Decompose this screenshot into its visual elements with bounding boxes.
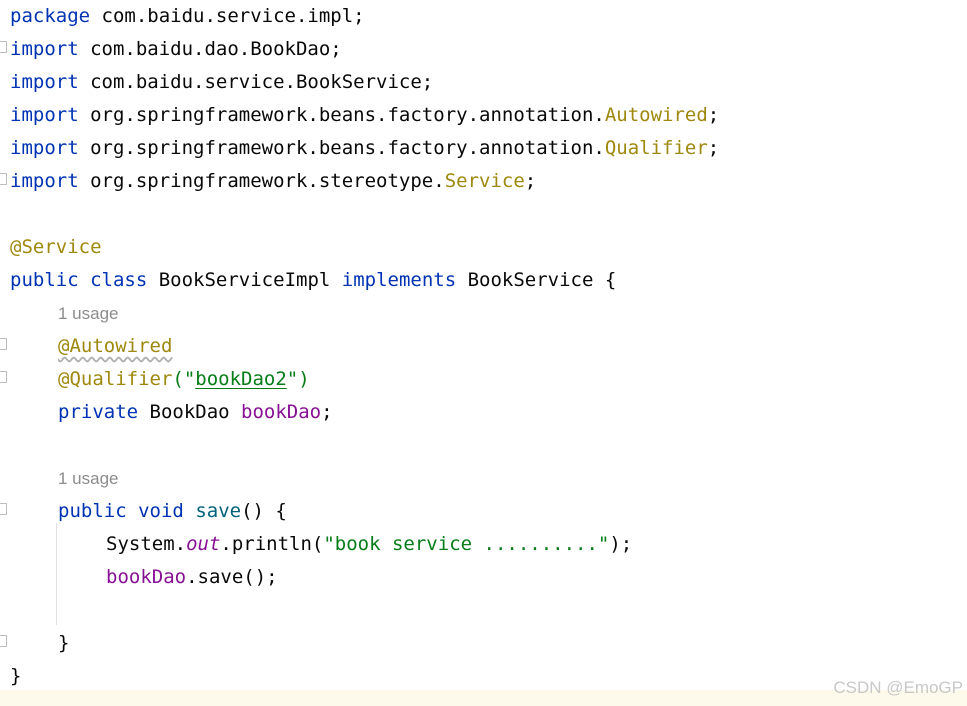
code-line-import[interactable]: import org.springframework.stereotype.Se…	[10, 165, 536, 198]
fold-marker-icon[interactable]	[0, 503, 7, 515]
string-token: "book service .........."	[323, 533, 610, 555]
keyword-token: public	[10, 269, 79, 291]
code-line-method-declaration[interactable]: public void save() {	[58, 495, 287, 528]
watermark: CSDN @EmoGP	[833, 678, 963, 697]
code-token: );	[609, 533, 633, 555]
code-token: org.springframework.stereotype.	[78, 170, 445, 192]
code-token: ;	[707, 137, 720, 159]
code-token: ;	[321, 401, 333, 423]
string-token: ")	[286, 368, 310, 390]
editor-bottom-strip	[0, 690, 967, 706]
keyword-token: class	[90, 269, 148, 291]
keyword-token: public	[58, 500, 127, 522]
field-token: bookDao	[106, 566, 187, 588]
string-token: bookDao2	[195, 368, 287, 390]
code-token: }	[10, 665, 22, 687]
annotation-token: @Service	[10, 236, 102, 258]
usage-inlay-hint[interactable]: 1 usage	[58, 462, 119, 495]
code-token: .println(	[220, 533, 324, 555]
code-line-package[interactable]: package com.baidu.service.impl;	[10, 0, 365, 33]
code-line-field-declaration[interactable]: private BookDao bookDao;	[58, 396, 333, 429]
code-line-service-annotation[interactable]: @Service	[10, 231, 102, 264]
code-token: BookService {	[456, 269, 617, 291]
keyword-token: import	[10, 170, 79, 192]
fold-marker-icon[interactable]	[0, 173, 7, 185]
annotation-token: Qualifier	[604, 137, 708, 159]
keyword-token: import	[10, 71, 79, 93]
keyword-token: private	[58, 401, 139, 423]
code-line-import[interactable]: import org.springframework.beans.factory…	[10, 99, 719, 132]
code-token: com.baidu.service.BookService;	[78, 71, 434, 93]
code-line-import[interactable]: import org.springframework.beans.factory…	[10, 132, 719, 165]
code-token: ;	[707, 104, 720, 126]
code-line-method-close[interactable]: }	[58, 627, 69, 660]
fold-marker-icon[interactable]	[0, 41, 7, 53]
code-line-import[interactable]: import com.baidu.dao.BookDao;	[10, 33, 342, 66]
code-token: .save();	[186, 566, 278, 588]
fold-marker-icon[interactable]	[0, 338, 7, 350]
code-token: }	[58, 632, 70, 654]
code-editor[interactable]: package com.baidu.service.impl; import c…	[0, 0, 967, 706]
code-line-println[interactable]: System.out.println("book service .......…	[106, 528, 632, 561]
keyword-token: implements	[341, 269, 457, 291]
code-token: () {	[241, 500, 287, 522]
code-token: System.	[106, 533, 187, 555]
annotation-token: @Autowired	[58, 335, 173, 357]
annotation-token: @Qualifier	[58, 368, 173, 390]
keyword-token: import	[10, 137, 79, 159]
code-token: org.springframework.beans.factory.annota…	[78, 104, 605, 126]
field-token: bookDao	[241, 401, 322, 423]
keyword-token: import	[10, 104, 79, 126]
code-line-import[interactable]: import com.baidu.service.BookService;	[10, 66, 433, 99]
code-line-autowired[interactable]: @Autowired	[58, 330, 172, 363]
fold-marker-icon[interactable]	[0, 635, 7, 647]
code-line-class-close[interactable]: }	[10, 660, 21, 693]
code-token: org.springframework.beans.factory.annota…	[78, 137, 605, 159]
annotation-token: Service	[444, 170, 525, 192]
code-token: ;	[524, 170, 537, 192]
code-line-class-declaration[interactable]: public class BookServiceImpl implements …	[10, 264, 616, 297]
usage-inlay-hint[interactable]: 1 usage	[58, 297, 119, 330]
code-token: com.baidu.service.impl;	[90, 5, 365, 27]
keyword-token: package	[10, 5, 91, 27]
string-token: ("	[172, 368, 196, 390]
code-line-save-call[interactable]: bookDao.save();	[106, 561, 278, 594]
code-line-qualifier[interactable]: @Qualifier("bookDao2")	[58, 363, 310, 396]
method-token: save	[195, 500, 242, 522]
code-token: BookDao	[138, 401, 242, 423]
annotation-token: Autowired	[604, 104, 708, 126]
keyword-token: import	[10, 38, 79, 60]
keyword-token: void	[138, 500, 184, 522]
fold-marker-icon[interactable]	[0, 371, 7, 383]
field-token: out	[186, 533, 221, 555]
indent-guide	[56, 523, 57, 625]
code-token: com.baidu.dao.BookDao;	[78, 38, 342, 60]
code-token: BookServiceImpl	[147, 269, 342, 291]
